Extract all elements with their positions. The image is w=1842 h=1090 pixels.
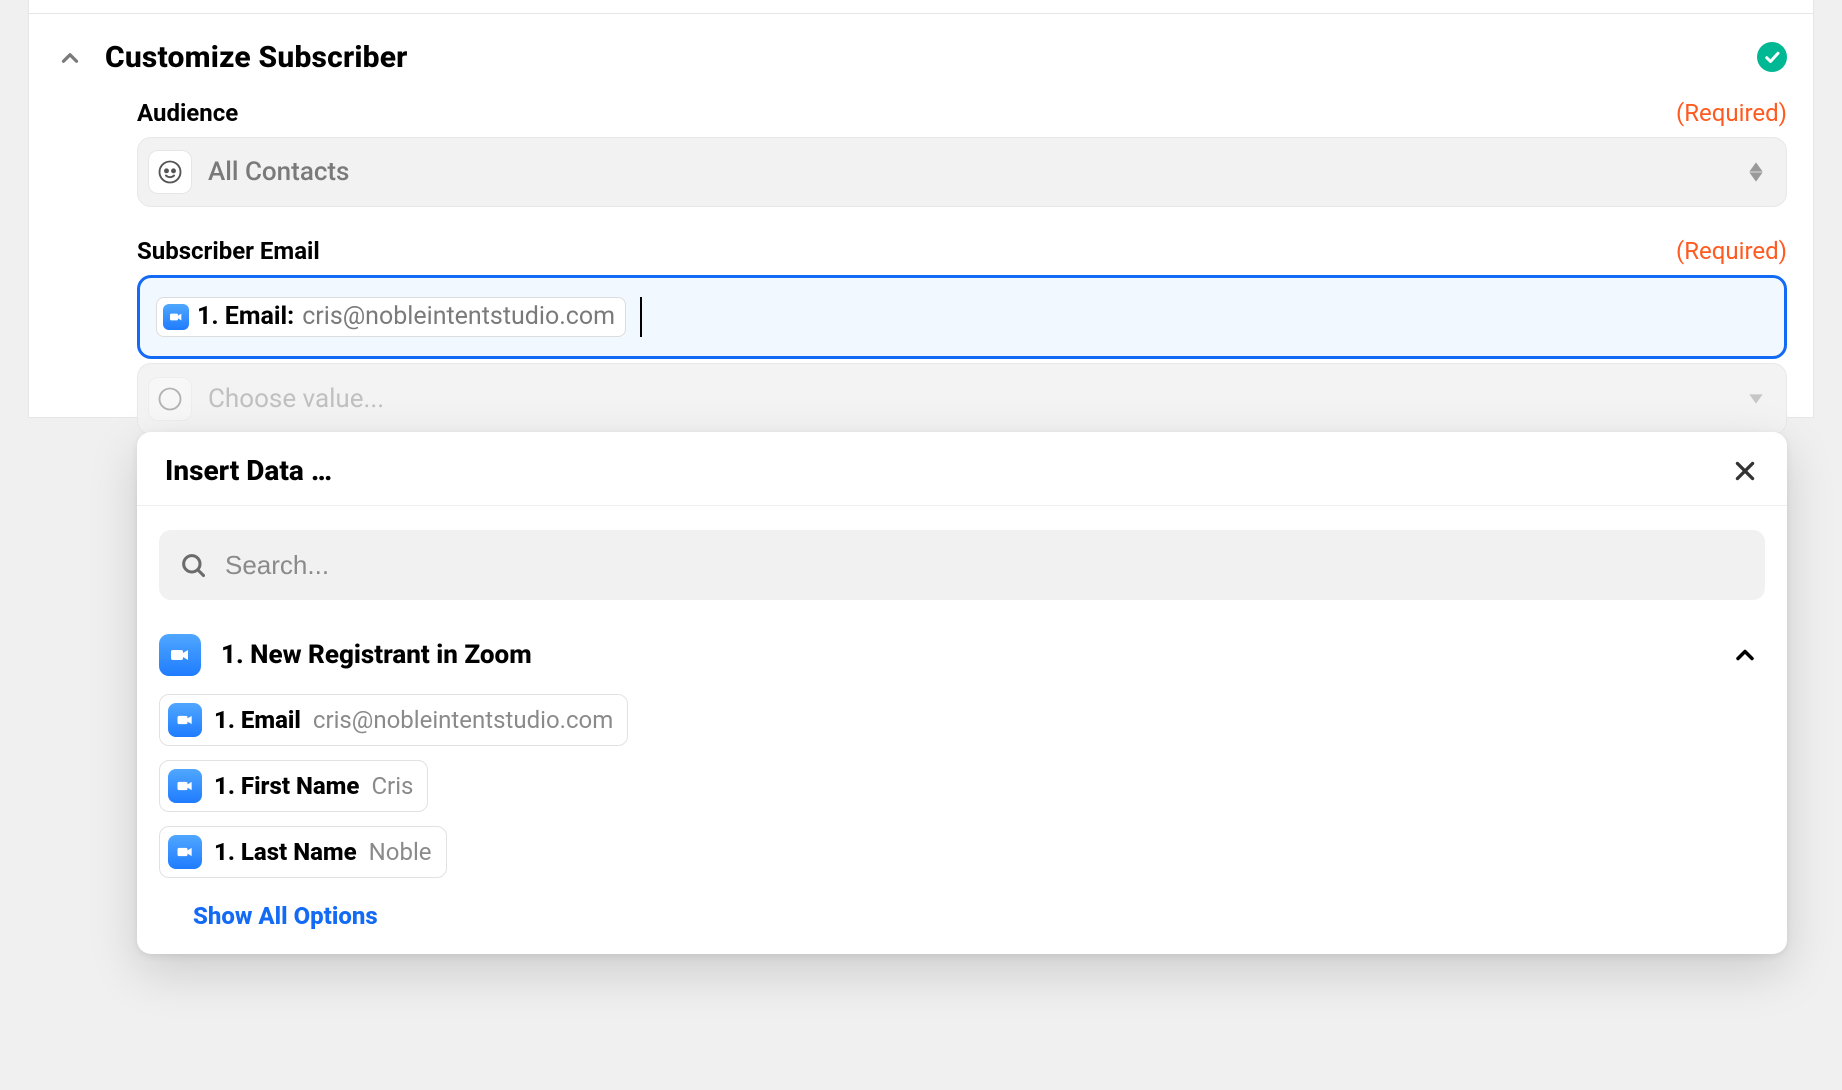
option-label: 1. Email <box>214 706 301 734</box>
hidden-select[interactable]: Choose value... <box>137 363 1787 435</box>
section-title: Customize Subscriber <box>105 40 408 75</box>
text-cursor <box>640 297 642 337</box>
audience-select[interactable]: All Contacts <box>137 137 1787 207</box>
search-icon <box>179 551 207 579</box>
option-label: 1. First Name <box>214 772 359 800</box>
up-down-icon <box>1748 162 1764 182</box>
zoom-icon <box>163 304 189 330</box>
chevron-up-icon <box>1731 641 1759 669</box>
zoom-icon <box>168 703 202 737</box>
popover-title: Insert Data … <box>165 454 332 487</box>
option-email[interactable]: 1. Email cris@nobleintentstudio.com <box>159 694 628 746</box>
chevron-up-icon <box>55 43 85 73</box>
option-last-name[interactable]: 1. Last Name Noble <box>159 826 447 878</box>
popover-search[interactable] <box>159 530 1765 600</box>
pill-prefix: 1. Email: <box>197 302 294 332</box>
insert-data-popover: Insert Data … 1. <box>137 432 1787 954</box>
option-sample: Noble <box>369 838 432 866</box>
field-audience: Audience (Required) All Contac <box>137 99 1787 207</box>
option-label: 1. Last Name <box>214 838 357 866</box>
audience-value: All Contacts <box>208 157 349 187</box>
zoom-icon <box>159 634 201 676</box>
field-subscriber-email: Subscriber Email (Required) 1. Email: cr… <box>137 237 1787 359</box>
down-icon <box>1748 394 1764 404</box>
audience-label: Audience <box>137 99 238 127</box>
status-complete-icon <box>1757 42 1787 72</box>
close-icon[interactable] <box>1731 457 1759 485</box>
section-header[interactable]: Customize Subscriber <box>29 40 1813 99</box>
mailchimp-icon <box>148 377 192 421</box>
subscriber-email-input[interactable]: 1. Email: cris@nobleintentstudio.com <box>137 275 1787 359</box>
pill-value: cris@nobleintentstudio.com <box>302 302 615 332</box>
hidden-select-value: Choose value... <box>208 384 384 414</box>
option-first-name[interactable]: 1. First Name Cris <box>159 760 428 812</box>
zoom-icon <box>168 835 202 869</box>
email-data-pill[interactable]: 1. Email: cris@nobleintentstudio.com <box>156 297 626 337</box>
mailchimp-icon <box>148 150 192 194</box>
search-input[interactable] <box>225 550 1745 581</box>
group-title: 1. New Registrant in Zoom <box>221 640 532 670</box>
option-sample: Cris <box>371 772 413 800</box>
show-all-options-link[interactable]: Show All Options <box>137 888 1787 930</box>
audience-required: (Required) <box>1676 99 1787 127</box>
data-group-header[interactable]: 1. New Registrant in Zoom <box>137 620 1787 686</box>
option-sample: cris@nobleintentstudio.com <box>313 706 613 734</box>
subscriber-email-label: Subscriber Email <box>137 237 320 265</box>
zoom-icon <box>168 769 202 803</box>
subscriber-email-required: (Required) <box>1676 237 1787 265</box>
